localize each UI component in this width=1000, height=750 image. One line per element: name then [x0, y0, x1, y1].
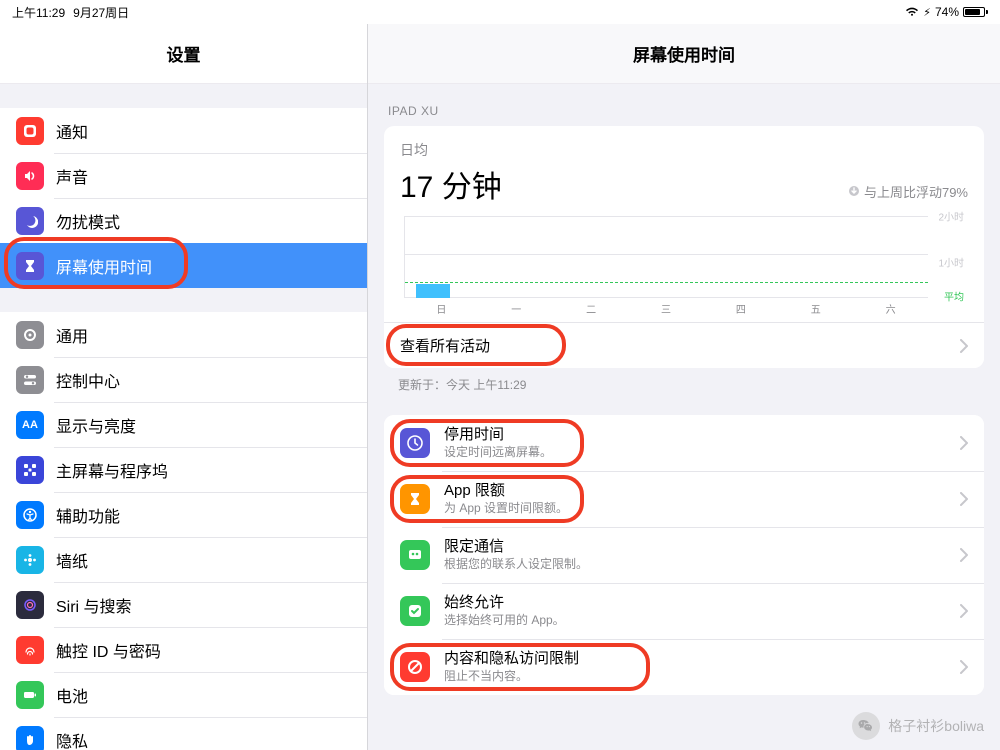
sidebar-item-notifications[interactable]: 通知 [0, 108, 367, 153]
option-sub: 为 App 设置时间限额。 [444, 501, 960, 515]
option-title: 停用时间 [444, 426, 960, 444]
option-downtime[interactable]: 停用时间 设定时间远离屏幕。 [384, 415, 984, 471]
sidebar-item-label: 显示与亮度 [56, 413, 136, 437]
display-icon: AA [16, 411, 44, 439]
sidebar-item-privacy[interactable]: 隐私 [0, 717, 367, 750]
avg-line-label: 平均 [944, 289, 964, 304]
sidebar-item-label: Siri 与搜索 [56, 593, 132, 617]
sidebar-item-accessibility[interactable]: 辅助功能 [0, 492, 367, 537]
sidebar-item-label: 触控 ID 与密码 [56, 638, 161, 662]
chevron-right-icon [960, 339, 968, 353]
flower-icon [16, 546, 44, 574]
chevron-right-icon [960, 548, 968, 562]
sidebar-item-siri[interactable]: Siri 与搜索 [0, 582, 367, 627]
option-communication[interactable]: 限定通信 根据您的联系人设定限制。 [384, 527, 984, 583]
check-icon [400, 596, 430, 626]
notifications-icon [16, 117, 44, 145]
communication-icon [400, 540, 430, 570]
avg-value: 17 分钟 [400, 162, 502, 206]
sidebar-item-display[interactable]: AA 显示与亮度 [0, 402, 367, 447]
status-bar: 上午11:29 9月27周日 ⚡︎ 74% [0, 0, 1000, 24]
sidebar-item-home-screen[interactable]: 主屏幕与程序坞 [0, 447, 367, 492]
view-all-activity[interactable]: 查看所有活动 [384, 322, 984, 368]
switches-icon [16, 366, 44, 394]
battery-charge-icon: ⚡︎ [923, 6, 931, 19]
grid-icon [16, 456, 44, 484]
sidebar-item-label: 墙纸 [56, 548, 88, 572]
usage-chart[interactable]: 2小时 1小时 平均 日 一 二 三 四 五 六 [404, 216, 964, 316]
battery-icon [963, 7, 988, 17]
chevron-right-icon [960, 604, 968, 618]
hourglass-icon [16, 252, 44, 280]
sidebar-item-label: 电池 [56, 683, 88, 707]
usage-card: 日均 17 分钟 与上周比浮动79% [384, 126, 984, 368]
sidebar-item-label: 隐私 [56, 728, 88, 750]
settings-sidebar: 设置 通知 声音 勿扰模式 [0, 24, 368, 750]
sidebar-item-wallpaper[interactable]: 墙纸 [0, 537, 367, 582]
detail-pane: 屏幕使用时间 IPAD XU 日均 17 分钟 与上周比浮动79% [368, 24, 1000, 750]
detail-title: 屏幕使用时间 [368, 24, 1000, 84]
sidebar-item-battery[interactable]: 电池 [0, 672, 367, 717]
sidebar-item-touchid[interactable]: 触控 ID 与密码 [0, 627, 367, 672]
sidebar-item-label: 通用 [56, 323, 88, 347]
sidebar-title: 设置 [0, 24, 367, 84]
status-date: 9月27周日 [73, 4, 129, 21]
device-label: IPAD XU [388, 104, 984, 118]
moon-icon [16, 207, 44, 235]
sidebar-item-label: 辅助功能 [56, 503, 120, 527]
fingerprint-icon [16, 636, 44, 664]
sidebar-item-sound[interactable]: 声音 [0, 153, 367, 198]
option-title: 始终允许 [444, 594, 960, 612]
sidebar-item-general[interactable]: 通用 [0, 312, 367, 357]
siri-icon [16, 591, 44, 619]
wifi-icon [905, 7, 919, 17]
option-title: App 限额 [444, 482, 960, 500]
watermark-text: 格子衬衫boliwa [888, 716, 984, 736]
option-sub: 阻止不当内容。 [444, 669, 960, 683]
wechat-icon [852, 712, 880, 740]
battery-icon-row [16, 681, 44, 709]
battery-percent: 74% [935, 5, 959, 19]
sidebar-item-label: 声音 [56, 164, 88, 188]
sound-icon [16, 162, 44, 190]
hourglass-icon [400, 484, 430, 514]
limits-card: 停用时间 设定时间远离屏幕。 App 限额 为 App 设置时间限额。 [384, 415, 984, 695]
change-text: 与上周比浮动79% [848, 182, 968, 201]
chevron-right-icon [960, 660, 968, 674]
no-entry-icon [400, 652, 430, 682]
option-sub: 选择始终可用的 App。 [444, 613, 960, 627]
sidebar-item-label: 屏幕使用时间 [56, 254, 152, 278]
sidebar-item-control-center[interactable]: 控制中心 [0, 357, 367, 402]
accessibility-icon [16, 501, 44, 529]
option-content-privacy[interactable]: 内容和隐私访问限制 阻止不当内容。 [384, 639, 984, 695]
chart-x-axis: 日 一 二 三 四 五 六 [404, 301, 928, 316]
sidebar-item-label: 勿扰模式 [56, 209, 120, 233]
downtime-icon [400, 428, 430, 458]
option-title: 限定通信 [444, 538, 960, 556]
status-time: 上午11:29 [12, 4, 65, 21]
sidebar-item-screen-time[interactable]: 屏幕使用时间 [0, 243, 367, 288]
chevron-right-icon [960, 492, 968, 506]
chart-bar [416, 284, 450, 298]
updated-note: 更新于：今天 上午11:29 [398, 376, 984, 393]
sidebar-item-label: 主屏幕与程序坞 [56, 458, 168, 482]
y-label: 1小时 [938, 255, 964, 270]
option-title: 内容和隐私访问限制 [444, 650, 960, 668]
option-always-allowed[interactable]: 始终允许 选择始终可用的 App。 [384, 583, 984, 639]
gear-icon [16, 321, 44, 349]
sidebar-item-label: 控制中心 [56, 368, 120, 392]
hand-icon [16, 726, 44, 750]
y-label: 2小时 [938, 209, 964, 224]
option-app-limits[interactable]: App 限额 为 App 设置时间限额。 [384, 471, 984, 527]
option-sub: 根据您的联系人设定限制。 [444, 557, 960, 571]
sidebar-item-label: 通知 [56, 119, 88, 143]
down-arrow-icon [848, 185, 860, 197]
watermark: 格子衬衫boliwa [852, 712, 984, 740]
option-sub: 设定时间远离屏幕。 [444, 445, 960, 459]
chevron-right-icon [960, 436, 968, 450]
sidebar-item-dnd[interactable]: 勿扰模式 [0, 198, 367, 243]
avg-label: 日均 [400, 140, 968, 160]
